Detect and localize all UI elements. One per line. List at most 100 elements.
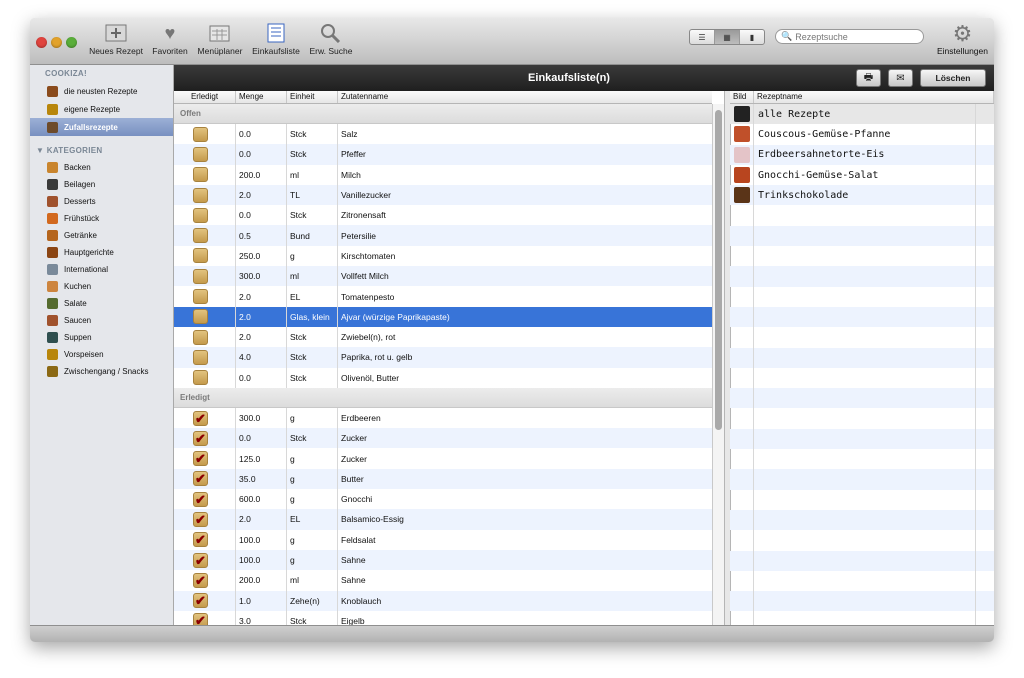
col-rezeptname[interactable]: Rezeptname [754, 91, 994, 103]
category-item-12[interactable]: Zwischengang / Snacks [30, 363, 173, 380]
checkbox[interactable] [193, 289, 208, 305]
ingredient-row[interactable]: 200.0 ml Milch [174, 164, 712, 185]
category-item-6[interactable]: International [30, 261, 173, 278]
recipe-row[interactable]: Gnocchi-Gemüse-Salat [730, 164, 994, 186]
detail-view-icon[interactable]: ▮ [740, 30, 764, 44]
checkbox[interactable] [193, 329, 208, 345]
ingredient-row[interactable]: 300.0 ml Vollfett Milch [174, 266, 712, 287]
row-einheit: ml [287, 266, 338, 287]
email-button[interactable]: ✉ [888, 69, 913, 87]
checked-checkbox[interactable]: ✔ [193, 593, 208, 609]
minimize-window-button[interactable] [51, 37, 62, 48]
app-window: Neues Rezept ♥ Favoriten Menüplaner Eink… [30, 18, 994, 642]
checked-checkbox[interactable]: ✔ [193, 532, 208, 548]
checkbox[interactable] [193, 370, 208, 386]
checkbox[interactable] [193, 309, 208, 325]
checked-checkbox[interactable]: ✔ [193, 552, 208, 568]
shopping-list-button[interactable]: Einkaufsliste [250, 22, 302, 56]
categories-header[interactable]: ▼ KATEGORIEN [30, 142, 173, 159]
category-item-0[interactable]: Backen [30, 159, 173, 176]
ingredient-row[interactable]: 2.0 EL Tomatenpesto [174, 286, 712, 307]
ingredient-row[interactable]: 250.0 g Kirschtomaten [174, 245, 712, 267]
delete-button[interactable]: Löschen [920, 69, 986, 87]
category-item-1[interactable]: Beilagen [30, 176, 173, 193]
new-recipe-button[interactable]: Neues Rezept [88, 22, 144, 56]
checked-checkbox[interactable]: ✔ [193, 410, 208, 426]
col-menge[interactable]: Menge [236, 91, 287, 103]
category-item-9[interactable]: Saucen [30, 312, 173, 329]
ingredient-row[interactable]: ✔ 600.0 g Gnocchi [174, 489, 712, 510]
col-einheit[interactable]: Einheit [287, 91, 338, 103]
category-item-7[interactable]: Kuchen [30, 278, 173, 295]
menu-planner-button[interactable]: Menüplaner [194, 22, 246, 56]
sidebar-item-2[interactable]: Zufallsrezepte [30, 118, 173, 136]
ingredient-row[interactable]: 4.0 Stck Paprika, rot u. gelb [174, 347, 712, 368]
checkbox[interactable] [193, 228, 208, 244]
checkbox[interactable] [193, 126, 208, 142]
ingredient-row[interactable]: 0.0 Stck Olivenöl, Butter [174, 367, 712, 388]
ingredient-row[interactable]: 0.0 Stck Zitronensaft [174, 205, 712, 226]
category-item-4[interactable]: Getränke [30, 227, 173, 244]
ingredient-row[interactable]: 2.0 Glas, klein Ajvar (würzige Paprikapast… [174, 306, 712, 327]
scrollbar-thumb[interactable] [715, 110, 722, 430]
recipe-row[interactable]: Couscous-Gemüse-Pfanne [730, 124, 994, 145]
ingredient-row[interactable]: ✔ 300.0 g Erdbeeren [174, 407, 712, 429]
row-zutatenname: Eigelb [341, 615, 365, 626]
grid-view-icon[interactable]: ▦ [715, 30, 740, 44]
category-item-2[interactable]: Desserts [30, 193, 173, 210]
ingredient-row[interactable]: ✔ 200.0 ml Sahne [174, 570, 712, 591]
ingredient-row[interactable]: ✔ 0.0 Stck Zucker [174, 428, 712, 449]
print-button[interactable]: 🖶 [856, 69, 881, 87]
ingredient-row[interactable]: ✔ 100.0 g Feldsalat [174, 529, 712, 550]
checked-checkbox[interactable]: ✔ [193, 430, 208, 446]
category-item-11[interactable]: Vorspeisen [30, 346, 173, 363]
recipe-row[interactable]: alle Rezepte [730, 104, 994, 125]
sidebar-item-1[interactable]: eigene Rezepte [30, 100, 173, 118]
ingredient-row[interactable]: 0.0 Stck Salz [174, 124, 712, 145]
row-menge: 200.0 [236, 164, 287, 185]
checkbox[interactable] [193, 167, 208, 183]
recipe-row[interactable]: Trinkschokolade [730, 185, 994, 206]
ingredient-row[interactable]: ✔ 3.0 Stck Eigelb [174, 610, 712, 626]
settings-button[interactable]: ⚙ Einstellungen [937, 22, 988, 57]
col-zutatenname[interactable]: Zutatenname [338, 91, 712, 103]
row-einheit: Stck [287, 326, 338, 348]
checkbox[interactable] [193, 268, 208, 284]
category-item-5[interactable]: Hauptgerichte [30, 244, 173, 261]
recipe-thumbnail [730, 144, 754, 165]
list-view-icon[interactable]: ☰ [690, 30, 715, 44]
advanced-search-button[interactable]: Erw. Suche [308, 22, 354, 56]
col-erledigt[interactable]: Erledigt [174, 91, 236, 103]
col-bild[interactable]: Bild [730, 91, 754, 103]
ingredient-row[interactable]: ✔ 35.0 g Butter [174, 468, 712, 490]
checkbox[interactable] [193, 349, 208, 365]
category-item-3[interactable]: Frühstück [30, 210, 173, 227]
ingredient-row[interactable]: 2.0 TL Vanillezucker [174, 184, 712, 206]
favorites-button[interactable]: ♥ Favoriten [148, 22, 192, 57]
checkbox[interactable] [193, 207, 208, 223]
sidebar-item-0[interactable]: die neusten Rezepte [30, 82, 173, 100]
recipe-row[interactable]: Erdbeersahnetorte-Eis [730, 144, 994, 165]
printer-icon: 🖶 [863, 71, 874, 83]
ingredient-row[interactable]: 0.5 Bund Petersilie [174, 225, 712, 246]
checked-checkbox[interactable]: ✔ [193, 451, 208, 467]
category-item-10[interactable]: Suppen [30, 329, 173, 346]
ingredient-row[interactable]: 0.0 Stck Pfeffer [174, 144, 712, 165]
ingredient-row[interactable]: ✔ 100.0 g Sahne [174, 549, 712, 571]
close-window-button[interactable] [36, 37, 47, 48]
checkbox[interactable] [193, 146, 208, 162]
zoom-window-button[interactable] [66, 37, 77, 48]
checkbox[interactable] [193, 248, 208, 264]
ingredient-row[interactable]: ✔ 1.0 Zehe(n) Knoblauch [174, 590, 712, 611]
checked-checkbox[interactable]: ✔ [193, 511, 208, 527]
category-item-8[interactable]: Salate [30, 295, 173, 312]
checked-checkbox[interactable]: ✔ [193, 471, 208, 487]
checkbox[interactable] [193, 187, 208, 203]
ingredient-row[interactable]: ✔ 2.0 EL Balsamico-Essig [174, 509, 712, 530]
checked-checkbox[interactable]: ✔ [193, 491, 208, 507]
recipe-search-field[interactable]: 🔍 Rezeptsuche [775, 29, 924, 44]
row-zutatenname: Salz [341, 129, 358, 140]
checked-checkbox[interactable]: ✔ [193, 572, 208, 588]
ingredient-row[interactable]: ✔ 125.0 g Zucker [174, 448, 712, 469]
ingredient-row[interactable]: 2.0 Stck Zwiebel(n), rot [174, 326, 712, 348]
